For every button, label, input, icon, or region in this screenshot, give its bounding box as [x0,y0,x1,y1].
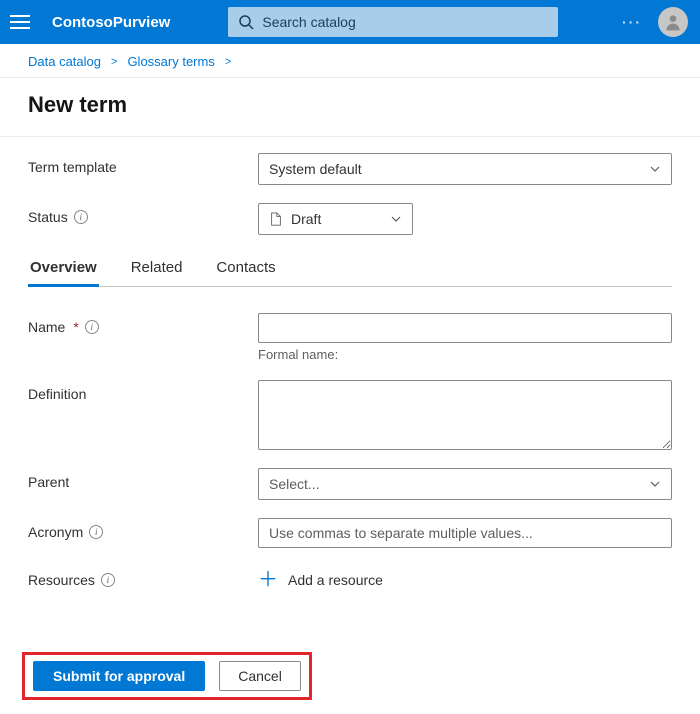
name-helper: Formal name: [258,347,672,362]
info-icon[interactable]: i [101,573,115,587]
form-footer: Submit for approval Cancel [0,652,700,700]
field-definition: Definition [28,380,672,450]
parent-placeholder: Select... [269,476,320,492]
search-box[interactable] [228,7,558,37]
hamburger-menu-icon[interactable] [10,15,30,29]
add-resource-button[interactable]: ＋ Add a resource [258,566,383,590]
status-value: Draft [291,211,390,227]
info-icon[interactable]: i [74,210,88,224]
tab-related[interactable]: Related [129,253,185,286]
required-asterisk: * [73,319,78,335]
annotation-highlight: Submit for approval Cancel [22,652,312,700]
acronym-input[interactable] [258,518,672,548]
field-term-template: Term template System default [28,153,672,185]
info-icon[interactable]: i [89,525,103,539]
status-label-text: Status [28,209,68,225]
acronym-label-text: Acronym [28,524,83,540]
app-header: ContosoPurview ··· [0,0,700,44]
tabs: Overview Related Contacts [28,253,672,287]
chevron-down-icon [390,213,402,225]
term-template-value: System default [269,161,362,177]
chevron-right-icon: > [111,56,117,68]
chevron-right-icon: > [225,56,231,68]
breadcrumb-glossary-terms[interactable]: Glossary terms [127,54,214,69]
field-name: Name * i Formal name: [28,313,672,362]
definition-textarea[interactable] [258,380,672,450]
page-body: New term Term template System default St… [0,78,700,590]
user-avatar[interactable] [658,7,688,37]
breadcrumb: Data catalog > Glossary terms > [0,44,700,78]
page-title: New term [28,92,672,118]
acronym-label: Acronym i [28,518,258,540]
app-title: ContosoPurview [52,14,170,31]
field-acronym: Acronym i [28,518,672,548]
cancel-button[interactable]: Cancel [219,661,301,691]
chevron-down-icon [649,163,661,175]
add-resource-label: Add a resource [288,572,383,588]
field-status: Status i Draft [28,203,672,235]
submit-for-approval-button[interactable]: Submit for approval [33,661,205,691]
definition-label: Definition [28,380,258,402]
info-icon[interactable]: i [85,320,99,334]
breadcrumb-data-catalog[interactable]: Data catalog [28,54,101,69]
parent-select[interactable]: Select... [258,468,672,500]
field-resources: Resources i ＋ Add a resource [28,566,672,590]
status-label: Status i [28,203,258,225]
document-icon [269,212,283,226]
divider [0,136,700,137]
tab-overview[interactable]: Overview [28,253,99,286]
term-template-select[interactable]: System default [258,153,672,185]
name-label: Name * i [28,313,258,335]
person-icon [663,12,683,32]
resources-label-text: Resources [28,572,95,588]
name-input[interactable] [258,313,672,343]
search-input[interactable] [262,14,548,30]
parent-label: Parent [28,468,258,490]
field-parent: Parent Select... [28,468,672,500]
tab-contacts[interactable]: Contacts [214,253,277,286]
search-icon [238,14,254,30]
status-select[interactable]: Draft [258,203,413,235]
term-template-label: Term template [28,153,258,175]
plus-icon: ＋ [258,570,278,590]
chevron-down-icon [649,478,661,490]
more-actions-button[interactable]: ··· [622,14,642,30]
name-label-text: Name [28,319,65,335]
resources-label: Resources i [28,566,258,588]
